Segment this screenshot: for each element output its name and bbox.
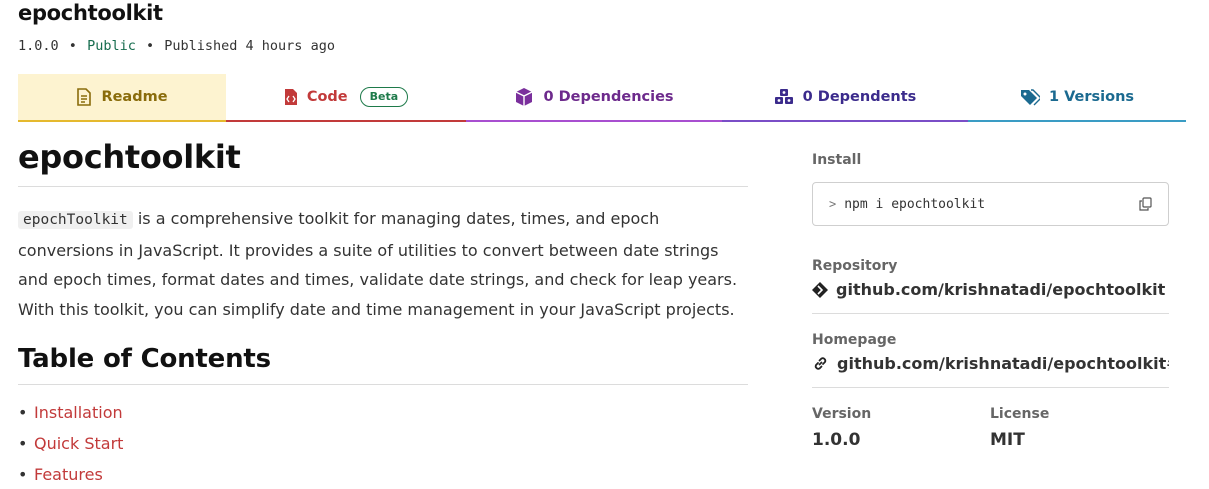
inline-code: epochToolkit bbox=[18, 211, 133, 229]
package-version: 1.0.0 bbox=[18, 38, 59, 54]
package-name: epochtoolkit bbox=[18, 1, 163, 25]
homepage-section: Homepage github.com/krishnatadi/epochtoo… bbox=[812, 332, 1169, 388]
package-box-icon bbox=[514, 87, 534, 107]
copy-icon[interactable] bbox=[1139, 197, 1152, 211]
tab-readme[interactable]: Readme bbox=[18, 74, 226, 122]
readme-content: epochtoolkit epochToolkit is a comprehen… bbox=[18, 138, 748, 489]
tab-versions[interactable]: 1 Versions bbox=[968, 74, 1186, 122]
tab-dependents-label: 0 Dependents bbox=[802, 89, 917, 105]
toc-link-features[interactable]: Features bbox=[34, 465, 103, 484]
git-diamond-icon bbox=[812, 281, 828, 298]
repository-link[interactable]: github.com/krishnatadi/epochtoolkit bbox=[836, 280, 1165, 299]
prompt-chevron: > bbox=[829, 197, 837, 211]
bullet: • bbox=[18, 434, 28, 453]
repository-row: github.com/krishnatadi/epochtoolkit bbox=[812, 280, 1169, 314]
toc-heading: Table of Contents bbox=[18, 344, 748, 385]
tab-dependencies[interactable]: 0 Dependencies bbox=[466, 74, 722, 122]
list-item: • Quick Start bbox=[18, 428, 748, 459]
readme-intro: epochToolkit is a comprehensive toolkit … bbox=[18, 204, 748, 324]
install-command: npm i epochtoolkit bbox=[844, 196, 986, 212]
tags-icon bbox=[1020, 88, 1040, 106]
license-column: License MIT bbox=[990, 406, 1168, 450]
license-value: MIT bbox=[990, 430, 1025, 450]
tab-code[interactable]: Code Beta bbox=[226, 74, 466, 122]
tab-readme-label: Readme bbox=[101, 89, 168, 105]
homepage-row: github.com/krishnatadi/epochtoolkit#r... bbox=[812, 354, 1169, 388]
link-icon bbox=[812, 355, 829, 372]
list-item: • Features bbox=[18, 459, 748, 489]
version-license-grid: Version 1.0.0 License MIT bbox=[812, 406, 1169, 450]
homepage-link[interactable]: github.com/krishnatadi/epochtoolkit#r... bbox=[837, 354, 1169, 373]
beta-badge: Beta bbox=[359, 87, 409, 107]
toc-link-installation[interactable]: Installation bbox=[34, 403, 123, 422]
tab-code-label: Code bbox=[306, 89, 348, 105]
install-command-box[interactable]: > npm i epochtoolkit bbox=[812, 182, 1169, 226]
file-text-icon bbox=[76, 88, 92, 106]
toc-list: • Installation • Quick Start • Features bbox=[18, 397, 748, 489]
version-column: Version 1.0.0 bbox=[812, 406, 990, 450]
package-page: epochtoolkit 1.0.0 • Public • Published … bbox=[0, 0, 1209, 489]
code-file-icon bbox=[284, 88, 298, 106]
tab-dependencies-label: 0 Dependencies bbox=[543, 89, 674, 105]
repository-section: Repository github.com/krishnatadi/epocht… bbox=[812, 258, 1169, 314]
visibility-label: Public bbox=[87, 38, 136, 54]
bullet: • bbox=[18, 465, 28, 484]
version-label: Version bbox=[812, 406, 872, 422]
tab-versions-label: 1 Versions bbox=[1048, 89, 1135, 105]
license-label: License bbox=[990, 406, 1050, 422]
readme-title: epochtoolkit bbox=[18, 138, 748, 187]
bullet: • bbox=[18, 403, 28, 422]
boxes-icon bbox=[774, 88, 794, 106]
list-item: • Installation bbox=[18, 397, 748, 428]
package-sidebar: Install > npm i epochtoolkit Repository … bbox=[812, 152, 1169, 450]
version-value: 1.0.0 bbox=[812, 430, 861, 450]
meta-separator: • bbox=[68, 38, 77, 54]
package-meta: 1.0.0 • Public • Published 4 hours ago bbox=[18, 38, 335, 54]
published-time: Published 4 hours ago bbox=[164, 38, 335, 54]
toc-link-quick-start[interactable]: Quick Start bbox=[34, 434, 123, 453]
homepage-label: Homepage bbox=[812, 332, 897, 348]
repository-label: Repository bbox=[812, 258, 898, 274]
meta-separator: • bbox=[145, 38, 155, 54]
install-label: Install bbox=[812, 152, 862, 168]
package-tabs: Readme Code Beta 0 Dependencies 0 Depend… bbox=[18, 74, 1186, 122]
tab-dependents[interactable]: 0 Dependents bbox=[722, 74, 968, 122]
